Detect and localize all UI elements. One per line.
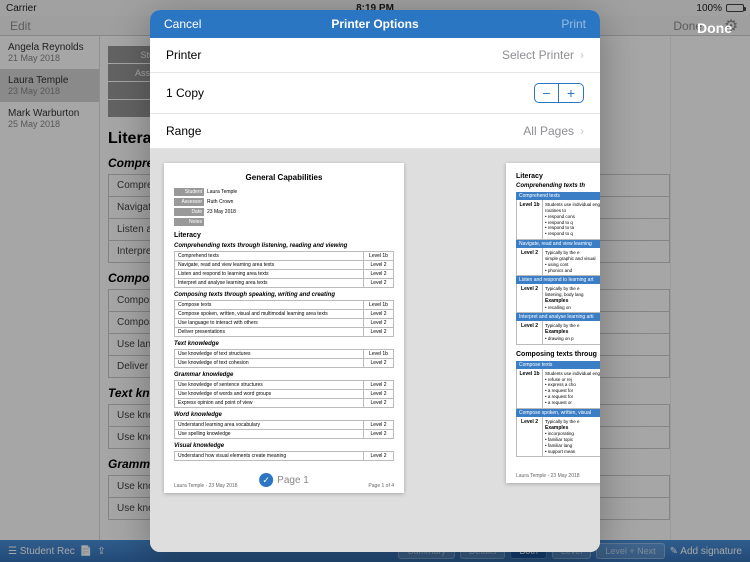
modal-title: Printer Options <box>331 17 418 31</box>
stepper-minus[interactable]: − <box>535 84 559 102</box>
copies-row: 1 Copy −+ <box>150 73 600 114</box>
overlay-done-button[interactable]: Done <box>697 20 732 36</box>
modal-header: Cancel Printer Options Print <box>150 10 600 38</box>
chevron-right-icon: › <box>580 124 584 138</box>
cancel-button[interactable]: Cancel <box>164 17 201 31</box>
printer-row[interactable]: Printer Select Printer› <box>150 38 600 73</box>
print-button[interactable]: Print <box>561 17 586 31</box>
modal-overlay: Done Cancel Printer Options Print Printe… <box>0 0 750 562</box>
preview-page-1[interactable]: General Capabilities StudentLaura Temple… <box>164 163 404 493</box>
copies-stepper[interactable]: −+ <box>534 83 584 103</box>
print-preview[interactable]: General Capabilities StudentLaura Temple… <box>150 149 600 552</box>
preview-page-2[interactable]: Literacy Comprehending texts th Comprehe… <box>506 163 600 483</box>
chevron-right-icon: › <box>580 48 584 62</box>
page-indicator: ✓Page 1 <box>259 473 309 487</box>
check-icon: ✓ <box>259 473 273 487</box>
printer-options-modal: Cancel Printer Options Print Printer Sel… <box>150 10 600 552</box>
stepper-plus[interactable]: + <box>559 84 583 102</box>
range-row[interactable]: Range All Pages› <box>150 114 600 149</box>
